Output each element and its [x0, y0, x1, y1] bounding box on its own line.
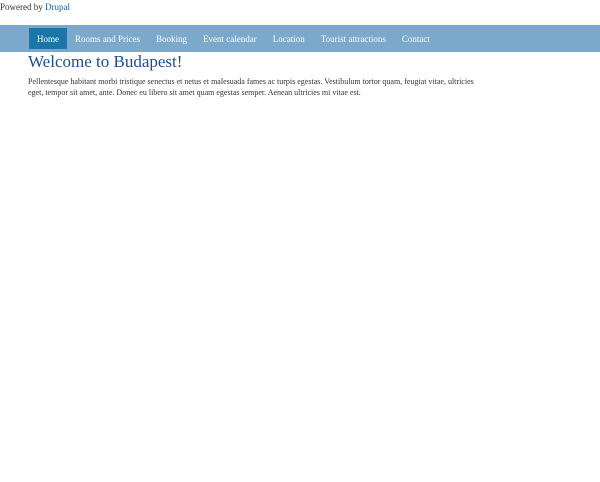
- nav-item-rooms-and-prices[interactable]: Rooms and Prices: [67, 28, 148, 49]
- nav-item-contact[interactable]: Contact: [394, 28, 438, 49]
- page-title: Welcome to Budapest!: [28, 52, 183, 71]
- nav-item-tourist-attractions[interactable]: Tourist attractions: [313, 28, 394, 49]
- intro-paragraph: Pellentesque habitant morbi tristique se…: [28, 77, 474, 97]
- powered-by-text: Powered by: [0, 2, 43, 12]
- main-navigation: Home Rooms and Prices Booking Event cale…: [0, 25, 600, 52]
- nav-item-event-calendar[interactable]: Event calendar: [195, 28, 265, 49]
- powered-by: Powered by Drupal: [0, 1, 70, 13]
- nav-item-home[interactable]: Home: [29, 28, 67, 49]
- nav-item-location[interactable]: Location: [265, 28, 313, 49]
- nav-item-booking[interactable]: Booking: [148, 28, 195, 49]
- nav-menu: Home Rooms and Prices Booking Event cale…: [29, 28, 438, 49]
- drupal-link[interactable]: Drupal: [45, 2, 70, 12]
